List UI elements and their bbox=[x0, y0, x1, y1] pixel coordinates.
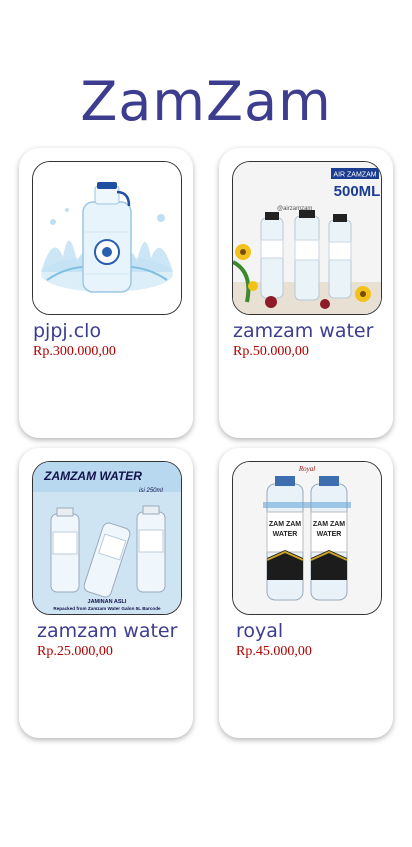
product-card[interactable]: Royal ZAM ZAM WATER ZAM ZAM WATER royal … bbox=[219, 448, 393, 738]
poster-footer-line1: JAMINAN ASLI bbox=[88, 599, 127, 605]
product-name[interactable]: zamzam water bbox=[37, 620, 177, 642]
bottles-500ml-flowers-image: AIR ZAMZAM 500ML @airzamzam bbox=[232, 161, 382, 315]
poster-footer-line2: Repacked from Zamzam Water Galon 5L Barc… bbox=[53, 606, 161, 611]
poster-title: ZAMZAM WATER bbox=[43, 469, 142, 483]
product-card[interactable]: AIR ZAMZAM 500ML @airzamzam zamzam water… bbox=[219, 148, 393, 438]
royal-logo: Royal bbox=[298, 465, 315, 473]
badge-top-text: AIR ZAMZAM bbox=[333, 172, 376, 179]
product-card[interactable]: pjpj.clo Rp.300.000,00 bbox=[19, 148, 193, 438]
product-price: Rp.25.000,00 bbox=[37, 644, 113, 659]
product-price: Rp.50.000,00 bbox=[233, 344, 309, 359]
label-line2: WATER bbox=[317, 531, 342, 538]
zamzam-water-poster-image: ZAMZAM WATER isi 250ml JAMINAN ASLI Repa… bbox=[32, 461, 182, 615]
product-price: Rp.45.000,00 bbox=[236, 644, 312, 659]
label-line1: ZAM ZAM bbox=[269, 521, 301, 528]
badge: AIR ZAMZAM 500ML bbox=[331, 168, 380, 200]
royal-zamzam-bottles-image: Royal ZAM ZAM WATER ZAM ZAM WATER bbox=[232, 461, 382, 615]
label-line1: ZAM ZAM bbox=[313, 521, 345, 528]
badge-main-text: 500ML bbox=[334, 183, 381, 200]
poster-sub: isi 250ml bbox=[139, 488, 163, 494]
label-line2: WATER bbox=[273, 531, 298, 538]
product-price: Rp.300.000,00 bbox=[33, 344, 116, 359]
product-name[interactable]: zamzam water bbox=[233, 320, 373, 342]
product-name[interactable]: royal bbox=[236, 620, 283, 642]
app-title: ZamZam bbox=[80, 70, 332, 133]
product-name[interactable]: pjpj.clo bbox=[33, 320, 101, 342]
product-card[interactable]: ZAMZAM WATER isi 250ml JAMINAN ASLI Repa… bbox=[19, 448, 193, 738]
water-gallon-splash-image bbox=[32, 161, 182, 315]
